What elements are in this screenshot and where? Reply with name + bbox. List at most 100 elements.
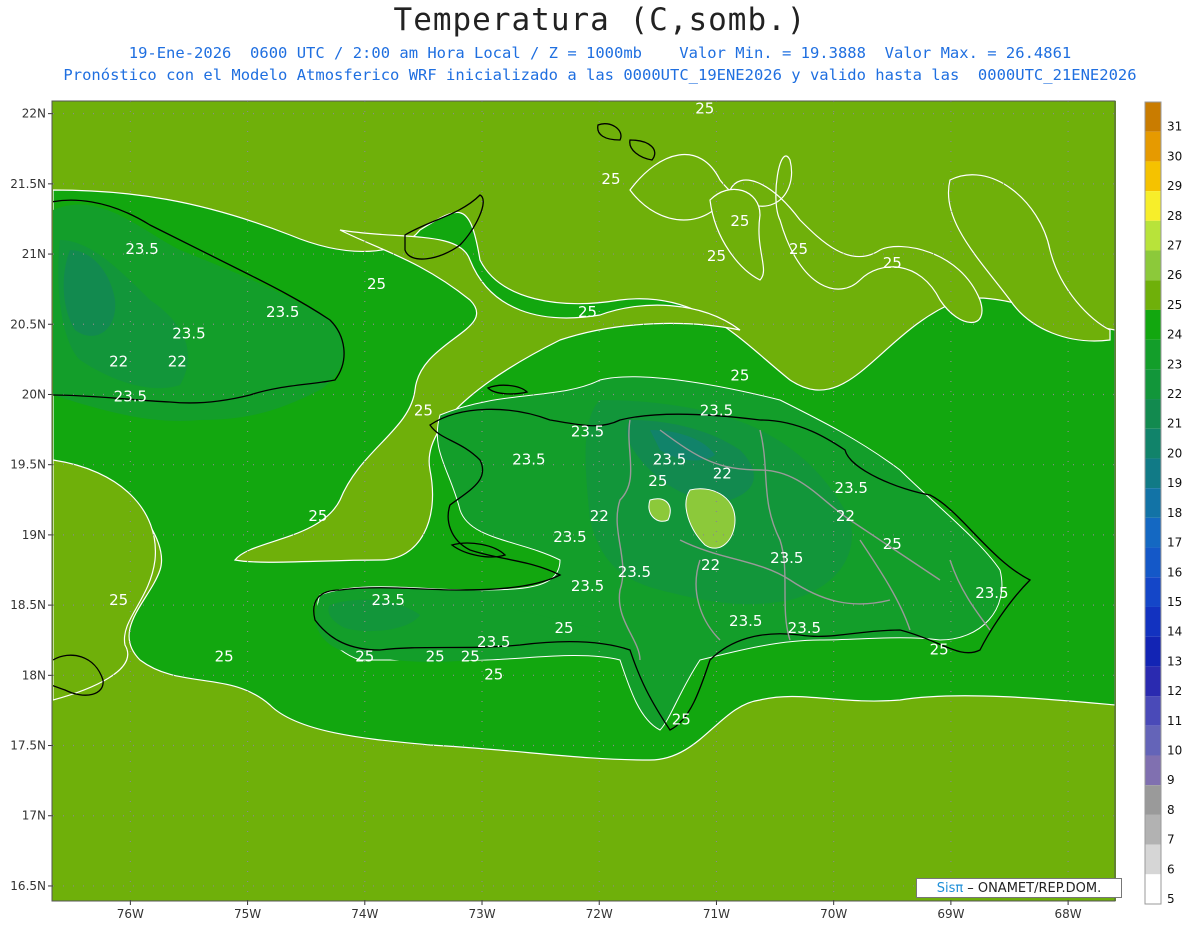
credit-box: Sisπ – ONAMET/REP.DOM. [916, 878, 1122, 898]
contour-label: 23.5 [512, 451, 545, 469]
colorbar-label: 30 [1167, 149, 1182, 163]
lat-label: 16.5N [10, 879, 46, 893]
colorbar-label: 28 [1167, 209, 1182, 223]
colorbar-swatch [1145, 606, 1161, 637]
colorbar-label: 17 [1167, 536, 1182, 550]
colorbar-label: 11 [1167, 714, 1182, 728]
contour-label: 22 [168, 352, 187, 370]
contour-label: 25 [484, 666, 503, 684]
colorbar-label: 25 [1167, 298, 1182, 312]
contour-label: 25 [695, 100, 714, 118]
contour-label: 22 [836, 507, 855, 525]
contour-label: 25 [308, 507, 327, 525]
colorbar-label: 5 [1167, 892, 1175, 906]
colorbar-swatch [1145, 517, 1161, 548]
colorbar-label: 16 [1167, 565, 1182, 579]
contour-label: 25 [355, 647, 374, 665]
colorbar-label: 9 [1167, 773, 1175, 787]
contour-label: 23.5 [835, 479, 868, 497]
colorbar-swatch [1145, 309, 1161, 340]
contour-label: 25 [730, 212, 749, 230]
colorbar-label: 31 [1167, 120, 1182, 134]
contour-label: 23.5 [553, 528, 586, 546]
colorbar-swatch [1145, 428, 1161, 459]
contour-label: 23.5 [770, 549, 803, 567]
contour-label: 23.5 [618, 563, 651, 581]
colorbar-label: 19 [1167, 476, 1182, 490]
colorbar-swatch [1145, 339, 1161, 370]
temperature-map: 25252525 252525252525252525 25 25 2525252525… [10, 100, 1182, 921]
lat-label: 20.5N [10, 317, 46, 331]
lat-label: 21.5N [10, 177, 46, 191]
lat-label: 19N [22, 528, 46, 542]
lon-label: 69W [937, 907, 964, 921]
lon-label: 73W [468, 907, 495, 921]
colorbar-label: 15 [1167, 595, 1182, 609]
contour-label: 25 [426, 647, 445, 665]
lon-label: 74W [351, 907, 378, 921]
colorbar-label: 24 [1167, 328, 1182, 342]
contour-label: 25 [789, 240, 808, 258]
colorbar-swatch [1145, 785, 1161, 815]
contour-label: 23.5 [975, 584, 1008, 602]
contour-label: 25 [109, 591, 128, 609]
colorbar-swatch [1145, 814, 1161, 845]
colorbar-swatch [1145, 755, 1161, 786]
contour-label: 23.5 [266, 303, 299, 321]
lon-label: 70W [820, 907, 847, 921]
colorbar-label: 29 [1167, 179, 1182, 193]
contour-label: 23.5 [114, 388, 147, 406]
colorbar-swatch [1145, 161, 1161, 192]
contour-label: 25 [555, 619, 574, 637]
contour-label: 22 [590, 507, 609, 525]
contour-label: 25 [883, 254, 902, 272]
contour-label: 25 [707, 247, 726, 265]
colorbar-label: 20 [1167, 446, 1182, 460]
colorbar: 31 30 29 28 27 26 25 24 23 22 21 20 19 18 17 16 15 14 13 12… [1144, 101, 1182, 906]
colorbar-swatch [1145, 369, 1161, 400]
colorbar-swatch [1145, 636, 1161, 667]
colorbar-label: 6 [1167, 862, 1175, 876]
colorbar-swatch [1145, 725, 1161, 756]
lon-label: 68W [1055, 907, 1082, 921]
colorbar-swatch [1145, 280, 1161, 310]
lon-label: 75W [234, 907, 261, 921]
contour-label: 23.5 [477, 633, 510, 651]
contour-label: 22 [713, 465, 732, 483]
lat-label: 19.5N [10, 458, 46, 472]
colorbar-swatch [1145, 488, 1161, 518]
contour-label: 22 [701, 556, 720, 574]
colorbar-swatch [1145, 458, 1161, 489]
lat-label: 17N [22, 809, 46, 823]
colorbar-swatch [1145, 102, 1161, 132]
lon-label: 76W [117, 907, 144, 921]
lat-label: 22N [22, 107, 46, 121]
colorbar-swatch [1145, 220, 1161, 251]
colorbar-swatch [1145, 547, 1161, 578]
contour-label: 23.5 [571, 577, 604, 595]
lat-label: 18.5N [10, 598, 46, 612]
colorbar-label: 22 [1167, 387, 1182, 401]
lon-label: 71W [703, 907, 730, 921]
lat-label: 20N [22, 387, 46, 401]
contour-label: 25 [215, 647, 234, 665]
colorbar-label: 26 [1167, 268, 1182, 282]
contour-label: 23.5 [700, 402, 733, 420]
contour-label: 25 [648, 472, 667, 490]
contour-label: 23.5 [788, 619, 821, 637]
colorbar-label: 8 [1167, 803, 1175, 817]
colorbar-swatch [1145, 666, 1161, 697]
colorbar-swatch [1145, 874, 1161, 904]
colorbar-swatch [1145, 577, 1161, 607]
colorbar-swatch [1145, 131, 1161, 162]
colorbar-swatch [1145, 696, 1161, 726]
sispi-logo: Sisπ [936, 880, 964, 896]
contour-label: 25 [414, 402, 433, 420]
contour-label: 25 [730, 366, 749, 384]
colorbar-label: 13 [1167, 654, 1182, 668]
colorbar-label: 23 [1167, 357, 1182, 371]
colorbar-swatch [1145, 250, 1161, 281]
contour-label: 23.5 [653, 451, 686, 469]
colorbar-label: 27 [1167, 239, 1182, 253]
contour-label: 25 [883, 535, 902, 553]
